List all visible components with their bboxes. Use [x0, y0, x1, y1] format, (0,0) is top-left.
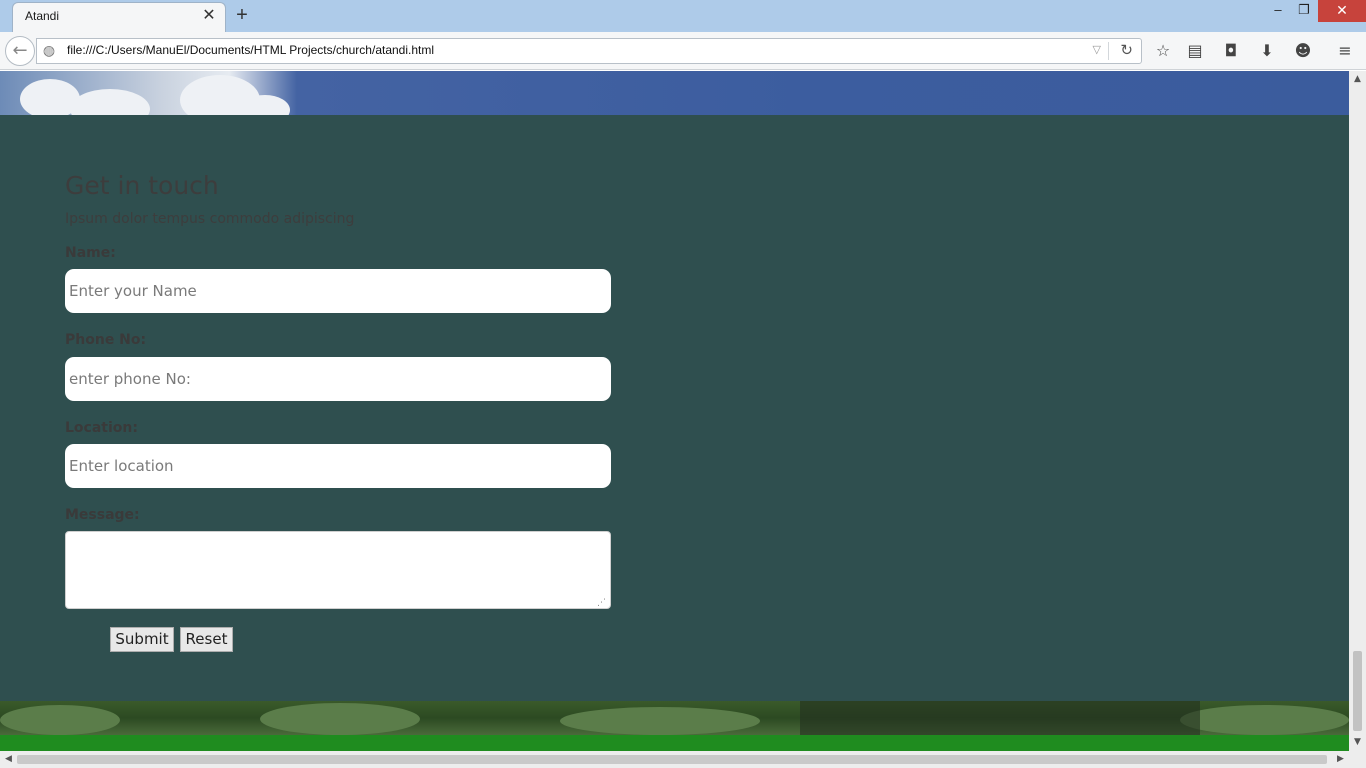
phone-label: Phone No: [65, 332, 147, 348]
hello-chat-icon[interactable]: ☻ [1292, 40, 1314, 62]
reset-button[interactable]: Reset [180, 627, 233, 652]
back-arrow-icon[interactable]: ← [5, 36, 35, 66]
message-label: Message: [65, 507, 140, 523]
url-separator [1108, 42, 1109, 60]
location-label: Location: [65, 420, 138, 436]
url-text[interactable]: file:///C:/Users/ManuEl/Documents/HTML P… [67, 43, 434, 57]
tree-shape [560, 707, 760, 735]
tab-title: Atandi [25, 9, 60, 23]
history-dropdown-icon[interactable]: ▽ [1093, 43, 1101, 56]
sky-banner-image [0, 71, 1349, 129]
minimize-icon[interactable]: – [1264, 0, 1292, 22]
tree-shape [260, 703, 420, 735]
reading-list-icon[interactable]: ▤ [1184, 40, 1206, 62]
address-bar[interactable]: ◍ file:///C:/Users/ManuEl/Documents/HTML… [36, 38, 1142, 64]
bookmark-star-icon[interactable]: ☆ [1152, 40, 1174, 62]
browser-tab[interactable]: Atandi ✕ [12, 2, 226, 32]
scroll-down-icon[interactable]: ▼ [1349, 734, 1366, 751]
window-close-icon[interactable]: ✕ [1318, 0, 1366, 22]
message-textarea[interactable] [65, 531, 611, 609]
name-label: Name: [65, 245, 116, 261]
bridge-silhouette [800, 701, 1200, 735]
phone-input[interactable] [65, 357, 611, 401]
scroll-left-icon[interactable]: ◀ [0, 751, 17, 768]
tree-shape [0, 705, 120, 735]
page-viewport: Get in touch Ipsum dolor tempus commodo … [0, 71, 1349, 751]
scrollbar-corner [1349, 751, 1366, 768]
tab-close-icon[interactable]: ✕ [201, 7, 217, 23]
download-icon[interactable]: ⬇ [1256, 40, 1278, 62]
contact-subtext: Ipsum dolor tempus commodo adipiscing [65, 211, 355, 227]
vertical-scroll-thumb[interactable] [1353, 651, 1362, 731]
tree-shape [1180, 705, 1349, 735]
footer-green-bar [0, 735, 1349, 751]
horizontal-scroll-thumb[interactable] [17, 755, 1327, 764]
horizontal-scrollbar[interactable]: ◀ ▶ [0, 751, 1349, 768]
contact-heading: Get in touch [65, 171, 219, 200]
browser-navbar: ← ◍ file:///C:/Users/ManuEl/Documents/HT… [0, 32, 1366, 70]
hamburger-menu-icon[interactable]: ≡ [1334, 40, 1356, 62]
browser-titlebar: Atandi ✕ + – ❐ ✕ [0, 0, 1366, 32]
resize-grip-icon[interactable]: ⋰ [597, 598, 606, 608]
name-input[interactable] [65, 269, 611, 313]
restore-icon[interactable]: ❐ [1290, 0, 1318, 22]
globe-icon: ◍ [42, 43, 56, 59]
scroll-right-icon[interactable]: ▶ [1332, 751, 1349, 768]
scroll-up-icon[interactable]: ▲ [1349, 71, 1366, 88]
location-input[interactable] [65, 444, 611, 488]
new-tab-icon[interactable]: + [232, 5, 252, 26]
vertical-scrollbar[interactable]: ▲ ▼ [1349, 71, 1366, 751]
reload-icon[interactable]: ↻ [1120, 41, 1133, 59]
contact-section: Get in touch Ipsum dolor tempus commodo … [0, 115, 1349, 701]
pocket-icon[interactable]: ◘ [1220, 40, 1242, 62]
submit-button[interactable]: Submit [110, 627, 174, 652]
